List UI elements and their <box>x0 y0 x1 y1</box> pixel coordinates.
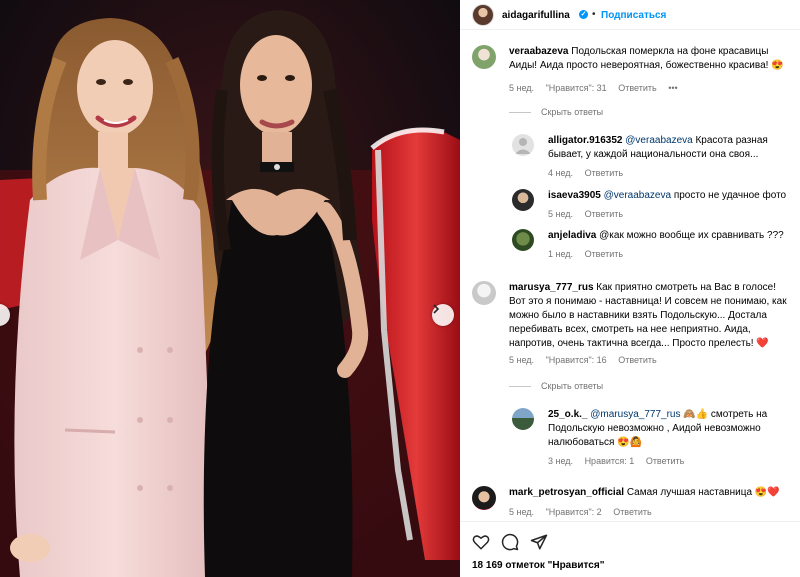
comment-time[interactable]: 5 нед. <box>509 507 534 517</box>
author-username[interactable]: aidagarifullina <box>502 10 570 21</box>
comments-list[interactable]: veraabazeva Подольская померкла на фоне … <box>460 31 800 521</box>
comment-username[interactable]: mark_petrosyan_official <box>509 487 624 498</box>
comment-text: marusya_777_rus Как приятно смотреть на … <box>509 281 794 351</box>
reply-avatar[interactable] <box>512 408 534 430</box>
hide-replies-button[interactable]: Скрыть ответы <box>509 381 603 391</box>
reply-meta: 4 нед. Ответить <box>548 168 632 178</box>
reply-text: isaeva3905 @veraabazeva просто не удачно… <box>548 189 794 203</box>
reply-avatar[interactable] <box>512 134 534 156</box>
reply-username[interactable]: isaeva3905 <box>548 190 601 201</box>
follow-button[interactable]: Подписаться <box>601 10 666 21</box>
reply-text: alligator.916352 @veraabazeva Красота ра… <box>548 134 794 162</box>
reply-username[interactable]: anjeladiva <box>548 230 596 241</box>
reply-time[interactable]: 4 нед. <box>548 168 573 178</box>
comment-username[interactable]: veraabazeva <box>509 46 569 57</box>
reply-button[interactable]: Ответить <box>646 456 684 466</box>
reply-button[interactable]: Ответить <box>613 507 651 517</box>
comment-avatar[interactable] <box>472 45 496 69</box>
comment-likes[interactable]: "Нравится": 16 <box>546 355 607 365</box>
comment-meta: 5 нед. "Нравится": 2 Ответить <box>509 507 661 517</box>
reply-body: @как можно вообще их сравнивать ??? <box>599 230 784 241</box>
comment-meta: 5 нед. "Нравится": 31 Ответить ••• <box>509 83 687 93</box>
likes-count[interactable]: 18 169 отметок "Нравится" <box>472 560 604 571</box>
comment-meta: 5 нед. "Нравится": 16 Ответить <box>509 355 666 365</box>
reply-button[interactable]: Ответить <box>585 168 623 178</box>
comment-emoji: 😍❤️ <box>754 487 780 498</box>
reply-body: просто не удачное фото <box>673 190 787 201</box>
separator-dot: • <box>592 9 596 20</box>
reply-username[interactable]: 25_o.k._ <box>548 409 587 420</box>
reply-likes[interactable]: Нравится: 1 <box>585 456 635 466</box>
comment-icon[interactable] <box>501 533 519 551</box>
reply-meta: 1 нед. Ответить <box>548 249 632 259</box>
reply-time[interactable]: 3 нед. <box>548 456 573 466</box>
post-side-panel: aidagarifullina ✓ • Подписаться veraabaz… <box>460 0 800 577</box>
comment-emoji: ❤️ <box>756 338 769 349</box>
reply-button[interactable]: Ответить <box>618 355 656 365</box>
author-avatar[interactable] <box>472 4 494 26</box>
more-options-icon[interactable]: ••• <box>668 83 677 93</box>
heart-outline-icon[interactable] <box>472 533 490 551</box>
hide-replies-button[interactable]: Скрыть ответы <box>509 107 603 117</box>
reply-meta: 3 нед. Нравится: 1 Ответить <box>548 456 693 466</box>
comment-emoji: 😍 <box>771 60 784 71</box>
verified-icon: ✓ <box>579 10 588 19</box>
reply-meta: 5 нед. Ответить <box>548 209 632 219</box>
reply-time[interactable]: 1 нед. <box>548 249 573 259</box>
reply-mention[interactable]: @veraabazeva <box>625 135 692 146</box>
comment-likes[interactable]: "Нравится": 2 <box>546 507 602 517</box>
reply-avatar[interactable] <box>512 229 534 251</box>
post-actions: 18 169 отметок "Нравится" <box>460 521 800 577</box>
share-icon[interactable] <box>530 533 548 551</box>
post-header: aidagarifullina ✓ • Подписаться <box>460 0 800 30</box>
comment-avatar[interactable] <box>472 486 496 510</box>
photo-illustration <box>0 0 460 577</box>
carousel-next-button[interactable] <box>432 304 454 326</box>
reply-button[interactable]: Ответить <box>585 249 623 259</box>
comment-time[interactable]: 5 нед. <box>509 83 534 93</box>
reply-mention[interactable]: @marusya_777_rus <box>590 409 680 420</box>
reply-text: 25_o.k._ @marusya_777_rus 🙈👍 смотреть на… <box>548 408 794 450</box>
reply-username[interactable]: alligator.916352 <box>548 135 623 146</box>
comment-text: mark_petrosyan_official Самая лучшая нас… <box>509 486 794 500</box>
reply-text: anjeladiva @как можно вообще их сравнива… <box>548 229 794 243</box>
reply-time[interactable]: 5 нед. <box>548 209 573 219</box>
comment-body: Самая лучшая наставница <box>626 487 753 498</box>
reply-avatar[interactable] <box>512 189 534 211</box>
reply-button[interactable]: Ответить <box>618 83 656 93</box>
reply-button[interactable]: Ответить <box>585 209 623 219</box>
comment-text: veraabazeva Подольская померкла на фоне … <box>509 45 794 73</box>
post-photo <box>0 0 460 577</box>
comment-username[interactable]: marusya_777_rus <box>509 282 594 293</box>
comment-avatar[interactable] <box>472 281 496 305</box>
reply-mention[interactable]: @veraabazeva <box>604 190 671 201</box>
comment-time[interactable]: 5 нед. <box>509 355 534 365</box>
comment-likes[interactable]: "Нравится": 31 <box>546 83 607 93</box>
